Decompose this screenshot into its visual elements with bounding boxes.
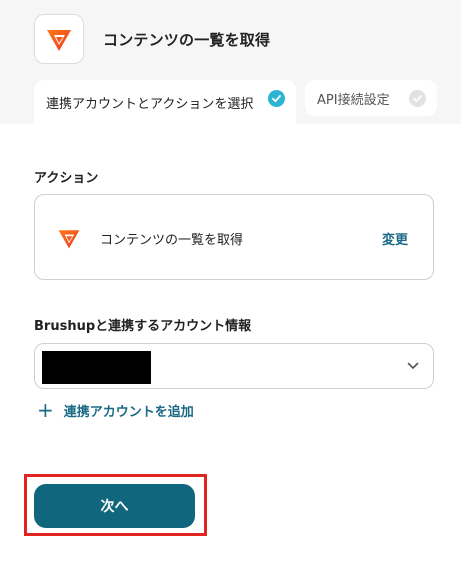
next-button[interactable]: 次へ: [34, 484, 195, 528]
action-section-label: アクション: [34, 171, 99, 186]
account-section-label: Brushupと連携するアカウント情報: [34, 319, 252, 334]
tab-select-account-action[interactable]: 連携アカウントとアクションを選択: [34, 80, 296, 124]
app-icon: [34, 14, 84, 64]
change-action-link[interactable]: 変更: [382, 229, 408, 248]
account-select[interactable]: [34, 343, 434, 389]
plus-icon: +: [37, 398, 54, 422]
header: コンテンツの一覧を取得 連携アカウントとアクションを選択 API接続設定: [0, 0, 461, 124]
brushup-logo-icon: [58, 230, 80, 249]
chevron-down-icon: [407, 362, 419, 369]
tab-label: 連携アカウントとアクションを選択: [46, 96, 254, 112]
action-card: コンテンツの一覧を取得 変更: [34, 194, 434, 280]
check-icon: [268, 90, 285, 107]
page-title: コンテンツの一覧を取得: [103, 31, 271, 49]
action-name: コンテンツの一覧を取得: [100, 233, 244, 248]
tab-api-settings[interactable]: API接続設定: [305, 80, 437, 116]
add-account-label: 連携アカウントを追加: [63, 404, 194, 420]
brushup-logo-icon: [47, 30, 71, 51]
tab-label: API接続設定: [317, 92, 390, 108]
redacted-account-value: [42, 351, 151, 384]
add-account-link[interactable]: + 連携アカウントを追加: [37, 400, 194, 420]
check-icon: [409, 90, 426, 107]
